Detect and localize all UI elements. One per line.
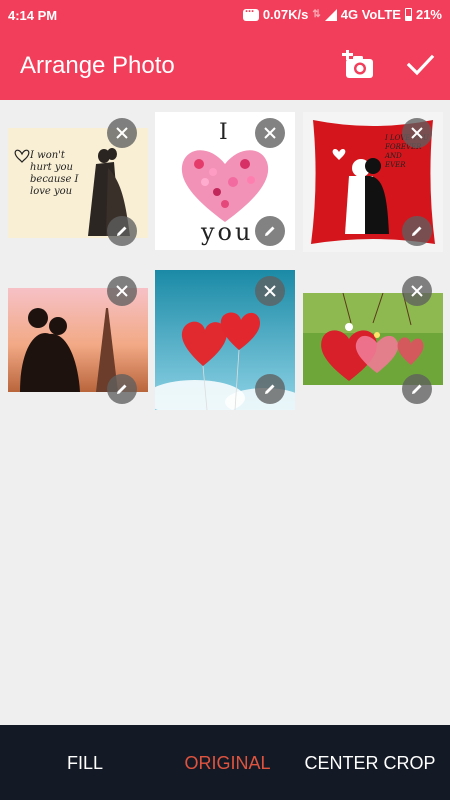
photo-caption-2-bottom: you (201, 218, 254, 246)
photo-caption-1: I won't hurt you because I love you (30, 150, 79, 197)
battery-level: 21% (415, 7, 442, 22)
photo-grid: I won't hurt you because I love you I yo… (0, 100, 450, 725)
battery-icon (404, 8, 412, 21)
status-indicators: 0.07K/s ⇅ 4G VoLTE 21% (242, 4, 442, 22)
pencil-icon (117, 384, 127, 394)
checkmark-icon (406, 54, 435, 76)
signal-icon (324, 8, 337, 21)
close-icon (411, 285, 423, 297)
edit-photo-button[interactable] (107, 374, 137, 404)
data-arrows-icon: ⇅ (312, 9, 321, 20)
remove-photo-button[interactable] (107, 118, 137, 148)
remove-photo-button[interactable] (402, 118, 432, 148)
close-icon (411, 127, 423, 139)
pencil-icon (117, 226, 127, 236)
center-crop-option[interactable]: CENTER CROP (300, 753, 440, 774)
original-option[interactable]: ORIGINAL (170, 753, 285, 774)
pencil-icon (265, 226, 275, 236)
edit-photo-button[interactable] (402, 374, 432, 404)
photo-tile[interactable]: I LOVE YOU FOREVER AND EVER (300, 100, 450, 252)
status-bar: 4:14 PM 0.07K/s ⇅ 4G VoLTE 21% (0, 0, 450, 30)
close-icon (116, 127, 128, 139)
status-time: 4:14 PM (8, 8, 58, 23)
add-photo-button[interactable] (342, 49, 376, 80)
photo-tile[interactable] (150, 270, 300, 415)
remove-photo-button[interactable] (255, 276, 285, 306)
scale-mode-bar: FILL ORIGINAL CENTER CROP (0, 725, 450, 800)
photo-tile[interactable] (0, 270, 150, 410)
close-icon (264, 285, 276, 297)
pencil-icon (412, 226, 422, 236)
message-notification-icon (242, 4, 259, 21)
remove-photo-button[interactable] (255, 118, 285, 148)
photo-caption-2-top: I (219, 120, 228, 145)
pencil-icon (265, 384, 275, 394)
photo-tile[interactable] (300, 270, 450, 410)
close-icon (116, 285, 128, 297)
edit-photo-button[interactable] (402, 216, 432, 246)
edit-photo-button[interactable] (255, 216, 285, 246)
edit-photo-button[interactable] (107, 216, 137, 246)
page-title: Arrange Photo (20, 52, 175, 79)
photo-hanging-hearts (303, 293, 443, 385)
app-bar: Arrange Photo (0, 30, 450, 100)
add-photo-icon (342, 49, 373, 78)
photo-tile[interactable]: I won't hurt you because I love you (0, 100, 150, 250)
fill-option[interactable]: FILL (40, 753, 130, 774)
pencil-icon (412, 384, 422, 394)
remove-photo-button[interactable] (402, 276, 432, 306)
network-type: 4G VoLTE (340, 7, 401, 22)
edit-photo-button[interactable] (255, 374, 285, 404)
remove-photo-button[interactable] (107, 276, 137, 306)
network-speed: 0.07K/s (262, 7, 309, 22)
photo-tile[interactable]: I you (150, 100, 300, 250)
close-icon (264, 127, 276, 139)
done-button[interactable] (404, 50, 436, 80)
